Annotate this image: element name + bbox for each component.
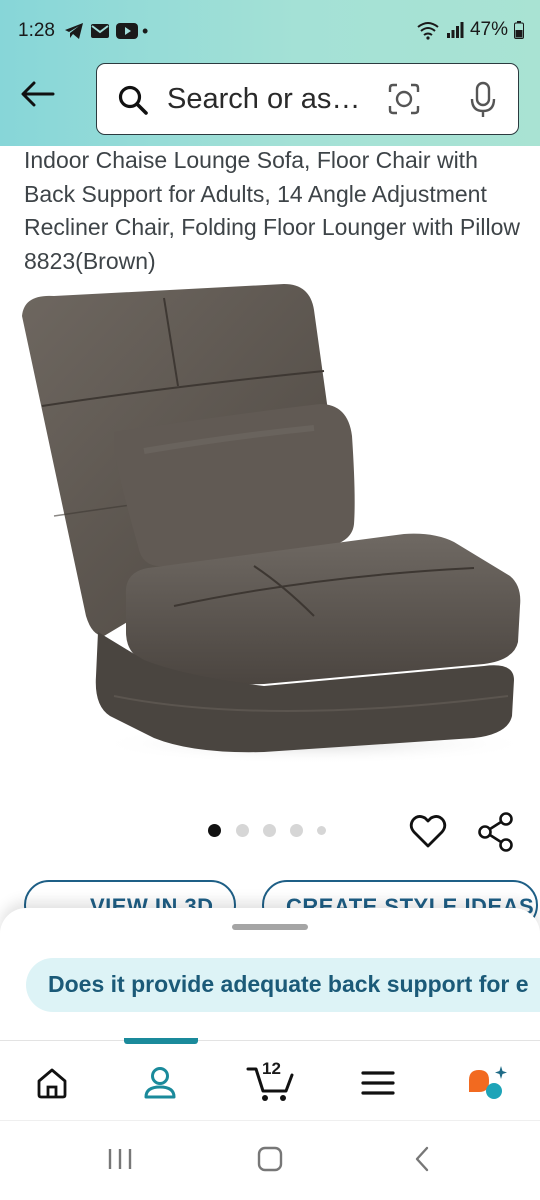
sheet-drag-handle[interactable] <box>232 924 308 930</box>
cart-count: 12 <box>262 1059 281 1078</box>
pagination-dot[interactable] <box>236 824 249 837</box>
wifi-icon <box>417 22 439 40</box>
rufus-icon <box>469 1066 507 1099</box>
nav-rufus[interactable] <box>464 1061 512 1105</box>
menu-icon <box>361 1071 395 1095</box>
signal-icon <box>446 22 464 38</box>
product-title: Indoor Chaise Lounge Sofa, Floor Chair w… <box>24 147 521 274</box>
microphone-icon[interactable] <box>469 81 497 119</box>
assistant-question-chip[interactable]: Does it provide adequate back support fo… <box>26 958 540 1012</box>
status-right: 47% <box>416 19 524 41</box>
pagination-dot[interactable] <box>263 824 276 837</box>
image-pagination[interactable] <box>208 824 326 837</box>
heart-icon[interactable] <box>408 812 448 852</box>
system-nav-bar <box>0 1120 540 1200</box>
nav-account[interactable] <box>136 1061 184 1105</box>
pagination-dot[interactable] <box>317 826 326 835</box>
home-system-icon[interactable] <box>256 1145 284 1173</box>
home-icon <box>37 1068 67 1099</box>
product-image[interactable] <box>14 276 526 776</box>
recents-icon[interactable] <box>106 1145 134 1173</box>
search-bar[interactable]: Search or as… <box>96 63 519 135</box>
battery-icon <box>514 21 524 39</box>
assistant-question-text: Does it provide adequate back support fo… <box>48 971 529 997</box>
account-icon <box>144 1067 176 1099</box>
status-bar: 1:28 • 47% <box>0 0 540 62</box>
pagination-dot[interactable] <box>208 824 221 837</box>
mail-icon <box>91 24 109 38</box>
search-input[interactable]: Search or as… <box>167 83 360 116</box>
telegram-icon <box>65 23 83 39</box>
notification-icons <box>64 22 138 40</box>
nav-menu[interactable] <box>354 1061 402 1105</box>
pagination-dot[interactable] <box>290 824 303 837</box>
status-time: 1:28 <box>18 20 55 41</box>
search-icon <box>118 85 148 115</box>
camera-lens-icon[interactable] <box>387 82 421 116</box>
status-dot: • <box>142 21 149 41</box>
back-arrow-icon <box>21 81 55 107</box>
youtube-icon <box>116 23 138 39</box>
screen: 1:28 • 47% Search or as… Indoor Chaise L… <box>0 0 540 1200</box>
battery-percent: 47% <box>469 19 508 40</box>
app-header: 1:28 • 47% Search or as… <box>0 0 540 146</box>
nav-home[interactable] <box>28 1061 76 1105</box>
bottom-nav: 12 <box>0 1038 540 1120</box>
active-tab-indicator <box>124 1038 198 1044</box>
back-system-icon[interactable] <box>412 1145 432 1173</box>
share-icon[interactable] <box>474 810 518 854</box>
back-button[interactable] <box>18 76 58 112</box>
